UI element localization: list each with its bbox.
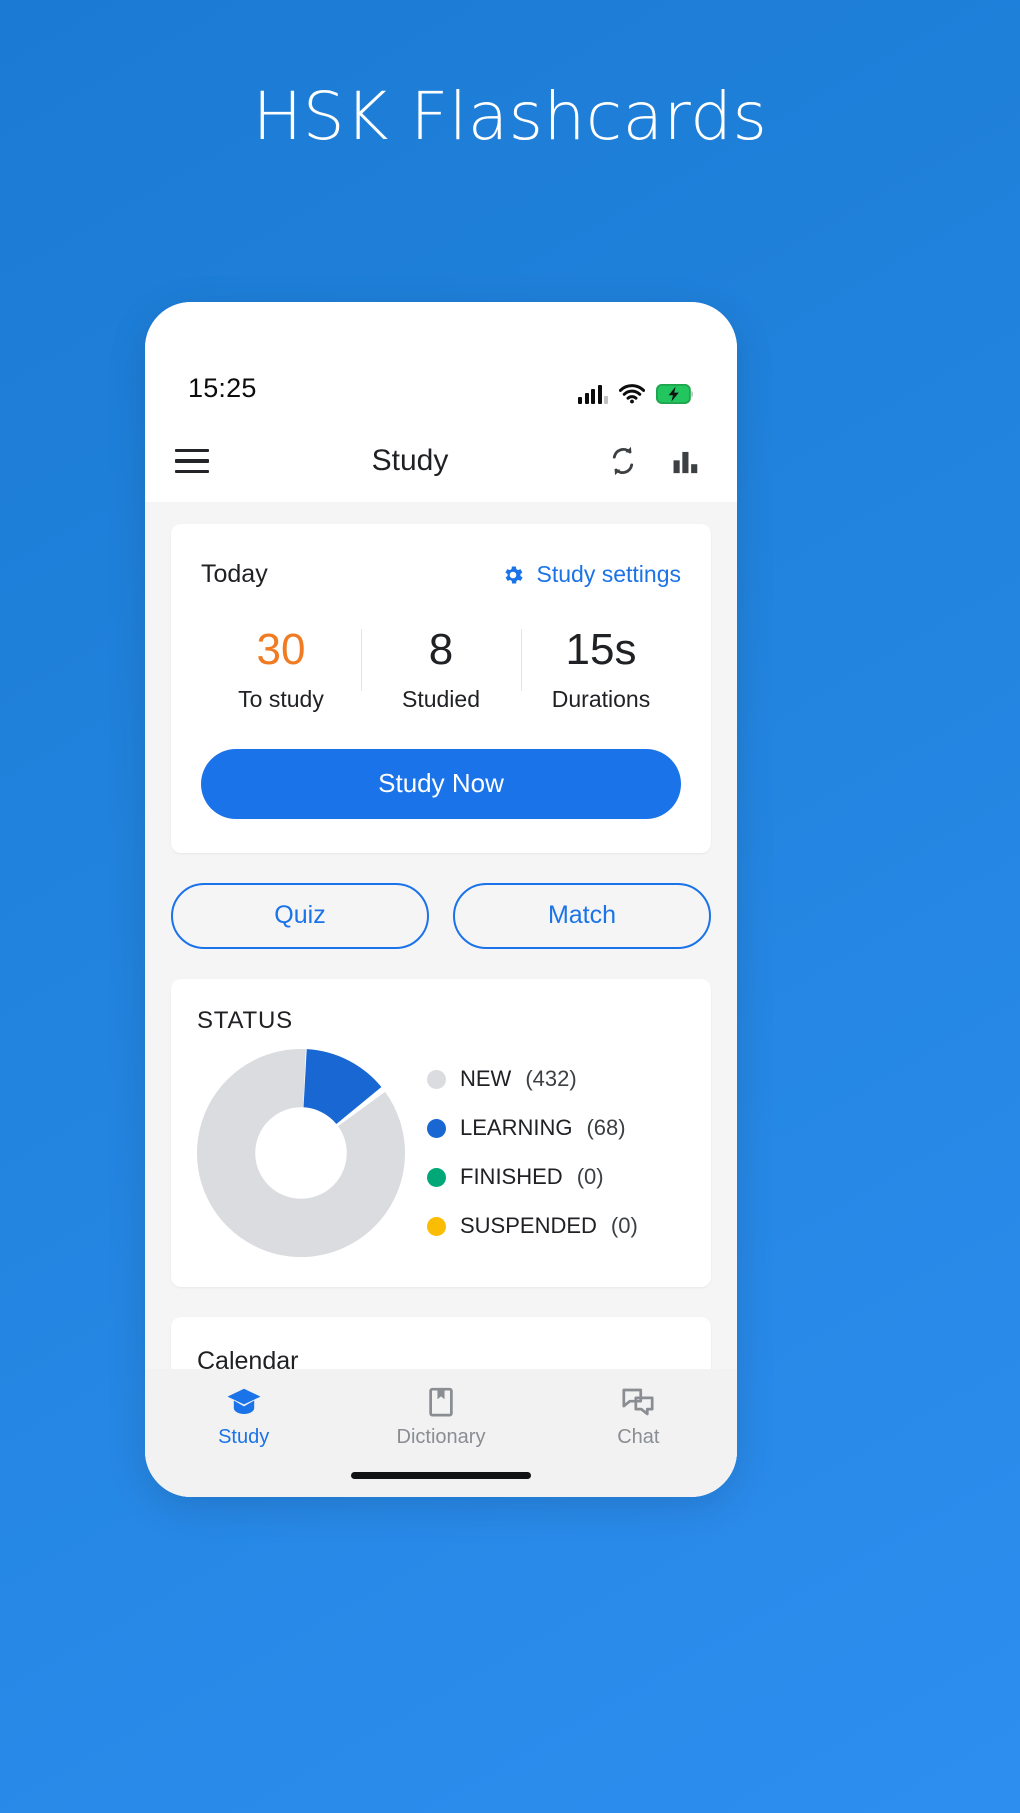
status-bar: 15:25 bbox=[145, 302, 737, 420]
stat-value: 15s bbox=[565, 625, 637, 674]
legend-item-learning: LEARNING (68) bbox=[427, 1115, 685, 1141]
legend-dot-icon bbox=[427, 1216, 446, 1236]
status-legend: NEW (432) LEARNING (68) FINISHED (0) SUS… bbox=[405, 1066, 685, 1239]
donut-chart-svg bbox=[197, 1048, 405, 1257]
book-bookmark-icon bbox=[429, 1387, 453, 1417]
legend-count: (68) bbox=[586, 1115, 626, 1141]
status-card-content: NEW (432) LEARNING (68) FINISHED (0) SUS… bbox=[197, 1048, 685, 1257]
stat-studied: 8 Studied bbox=[361, 625, 521, 713]
today-label: Today bbox=[201, 560, 268, 588]
legend-item-suspended: SUSPENDED (0) bbox=[427, 1213, 685, 1239]
legend-count: (0) bbox=[576, 1164, 604, 1190]
today-card: Today Study settings 30 To study 8 Studi… bbox=[171, 524, 711, 853]
stat-durations: 15s Durations bbox=[521, 625, 681, 713]
legend-dot-icon bbox=[427, 1167, 446, 1187]
page-title: HSK Flashcards bbox=[252, 78, 768, 155]
stat-label: Durations bbox=[551, 685, 651, 712]
legend-item-finished: FINISHED (0) bbox=[427, 1164, 685, 1190]
hamburger-menu-icon[interactable] bbox=[175, 448, 209, 474]
chat-bubbles-icon bbox=[622, 1388, 654, 1416]
stat-value: 8 bbox=[428, 625, 454, 674]
legend-dot-icon bbox=[427, 1069, 446, 1089]
bar-chart-icon[interactable] bbox=[669, 445, 701, 477]
gear-icon bbox=[504, 566, 523, 583]
legend-label: FINISHED bbox=[460, 1164, 563, 1190]
status-donut-chart bbox=[197, 1048, 405, 1257]
status-icons bbox=[578, 384, 694, 404]
app-bar-title: Study bbox=[371, 444, 449, 477]
study-now-button[interactable]: Study Now bbox=[201, 748, 681, 819]
stat-label: Studied bbox=[401, 685, 480, 712]
sync-icon[interactable] bbox=[605, 443, 641, 479]
battery-charging-icon bbox=[656, 384, 694, 404]
legend-dot-icon bbox=[427, 1118, 446, 1138]
nav-item-study[interactable]: Study bbox=[145, 1387, 342, 1449]
legend-count: (432) bbox=[525, 1066, 577, 1092]
nav-label: Dictionary bbox=[396, 1426, 486, 1448]
stat-label: To study bbox=[238, 685, 324, 712]
stat-value: 30 bbox=[256, 625, 306, 674]
app-bar-actions bbox=[605, 443, 707, 479]
nav-item-chat[interactable]: Chat bbox=[540, 1387, 737, 1449]
status-section-title: STATUS bbox=[197, 1006, 293, 1034]
legend-label: LEARNING bbox=[460, 1115, 573, 1141]
legend-label: NEW bbox=[460, 1066, 512, 1092]
legend-item-new: NEW (432) bbox=[427, 1066, 685, 1092]
phone-mockup: 15:25 Study Today Study settings 30 To s… bbox=[145, 302, 737, 1497]
match-button[interactable]: Match bbox=[453, 882, 711, 949]
status-card: STATUS NEW (432) LEARNING (68) FINISHED … bbox=[171, 978, 711, 1287]
status-time: 15:25 bbox=[188, 373, 257, 403]
stat-to-study: 30 To study bbox=[201, 625, 361, 713]
nav-label: Chat bbox=[617, 1426, 660, 1448]
study-settings-label: Study settings bbox=[536, 561, 681, 587]
graduation-cap-icon bbox=[227, 1388, 261, 1414]
cellular-signal-icon bbox=[578, 385, 608, 404]
legend-label: SUSPENDED bbox=[460, 1213, 597, 1239]
quiz-button[interactable]: Quiz bbox=[171, 882, 429, 949]
legend-count: (0) bbox=[610, 1213, 638, 1239]
today-card-header: Today Study settings bbox=[201, 560, 681, 589]
app-content: Today Study settings 30 To study 8 Studi… bbox=[145, 502, 737, 1497]
action-buttons-row: Quiz Match bbox=[171, 882, 711, 949]
today-stats-row: 30 To study 8 Studied 15s Durations bbox=[201, 625, 681, 713]
nav-label: Study bbox=[218, 1426, 270, 1448]
study-settings-button[interactable]: Study settings bbox=[501, 561, 681, 588]
home-indicator bbox=[351, 1472, 531, 1479]
app-bar: Study bbox=[145, 420, 737, 502]
wifi-icon bbox=[619, 384, 645, 404]
nav-item-dictionary[interactable]: Dictionary bbox=[342, 1387, 539, 1449]
